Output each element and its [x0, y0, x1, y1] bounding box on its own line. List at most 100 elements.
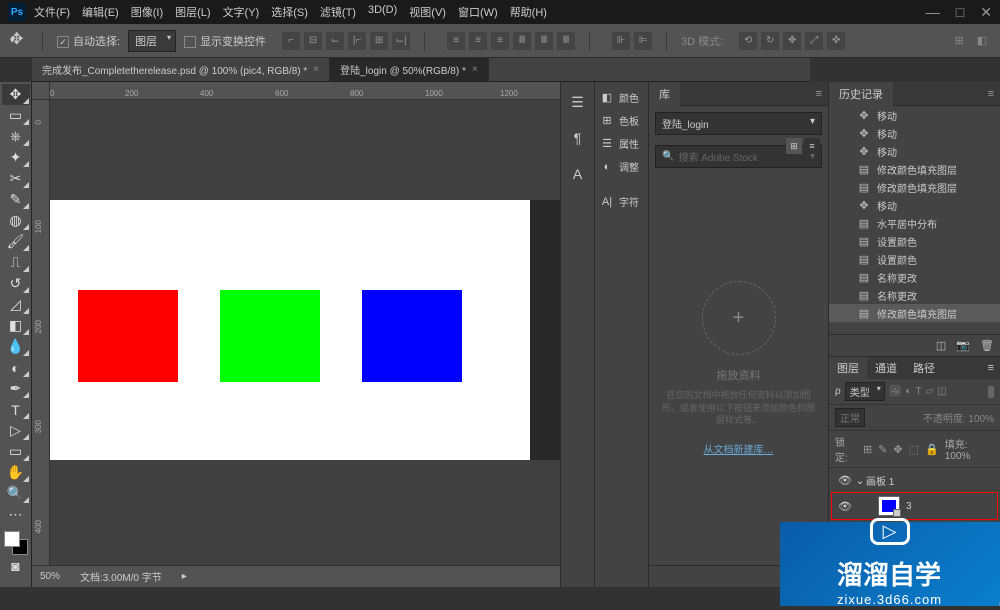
blend-mode[interactable]: 正常 — [835, 408, 865, 427]
expand-icon[interactable]: ⌄ — [854, 474, 866, 487]
blur-tool[interactable]: 💧 — [2, 336, 30, 357]
close-tab-icon[interactable]: × — [472, 64, 478, 75]
history-item[interactable]: ▤水平居中分布 — [829, 214, 1000, 232]
status-chevron-icon[interactable]: ▸ — [182, 571, 187, 582]
filter-smart-icon[interactable]: ◫ — [937, 386, 946, 397]
new-from-doc-link[interactable]: 从文档新建库… — [704, 441, 774, 456]
move-tool[interactable]: ✥ — [2, 84, 30, 105]
align-hcenter-icon[interactable]: ⊞ — [370, 32, 388, 50]
blue-square[interactable] — [362, 290, 462, 382]
hand-tool[interactable]: ✋ — [2, 462, 30, 483]
layers-tab-通道[interactable]: 通道 — [867, 357, 905, 379]
menu-view[interactable]: 视图(V) — [409, 4, 446, 20]
menu-select[interactable]: 选择(S) — [271, 4, 308, 20]
history-item[interactable]: ▤设置颜色 — [829, 250, 1000, 268]
dist-v-icon[interactable]: ⊫ — [634, 32, 652, 50]
lock-all-icon[interactable]: 🔒 — [925, 443, 939, 456]
wand-tool[interactable]: ✦ — [2, 147, 30, 168]
history-item[interactable]: ▤名称更改 — [829, 286, 1000, 304]
brush-tool[interactable]: 🖌 — [2, 231, 30, 252]
artboard-viewport[interactable] — [50, 100, 560, 565]
artboard-layer[interactable]: 👁 ⌄ 画板 1 — [831, 470, 998, 490]
visibility-icon[interactable]: 👁 — [836, 500, 854, 513]
history-item[interactable]: ▤修改颜色填充图层 — [829, 178, 1000, 196]
green-square[interactable] — [220, 290, 320, 382]
td-1-icon[interactable]: ⟲ — [739, 32, 757, 50]
menu-help[interactable]: 帮助(H) — [510, 4, 547, 20]
auto-select-checkbox[interactable]: 自动选择: — [57, 33, 120, 49]
menu-type[interactable]: 文字(Y) — [223, 4, 260, 20]
close-tab-icon[interactable]: × — [313, 64, 319, 75]
filter-adj-icon[interactable]: ◐ — [905, 386, 911, 397]
quickmask-tool[interactable]: ◙ — [2, 555, 30, 576]
dist-h-icon[interactable]: ⊪ — [612, 32, 630, 50]
list-view-icon[interactable]: ≡ — [804, 138, 820, 154]
align-top-icon[interactable]: ⌐ — [282, 32, 300, 50]
new-doc-icon[interactable]: ◫ — [936, 339, 946, 352]
heal-tool[interactable]: ◍ — [2, 210, 30, 231]
history-item[interactable]: ✥移动 — [829, 142, 1000, 160]
menu-image[interactable]: 图像(I) — [131, 4, 163, 20]
stamp-tool[interactable]: ⎍ — [2, 252, 30, 273]
char-panel-icon[interactable]: ¶ — [566, 126, 590, 150]
zoom-tool[interactable]: 🔍 — [2, 483, 30, 504]
zoom-level[interactable]: 50% — [40, 571, 60, 582]
red-square[interactable] — [78, 290, 178, 382]
panel-调整[interactable]: ◐调整 — [595, 155, 648, 178]
visibility-icon[interactable]: 👁 — [836, 474, 854, 487]
td-2-icon[interactable]: ↻ — [761, 32, 779, 50]
panel-menu-icon[interactable]: ≡ — [982, 88, 1000, 100]
layer-filter[interactable]: 类型 — [845, 382, 885, 401]
history-list[interactable]: ✥移动✥移动✥移动▤修改颜色填充图层▤修改颜色填充图层✥移动▤水平居中分布▤设置… — [829, 106, 1000, 334]
layers-tab-图层[interactable]: 图层 — [829, 357, 867, 379]
filter-img-icon[interactable]: 🖼 — [889, 386, 902, 397]
layer-row[interactable]: 👁3 — [831, 492, 998, 520]
library-dropzone[interactable]: + 拖放资料 在您的文档中拖放任何资料以添加图形，或者使用以下按钮来添加颜色和图… — [649, 172, 828, 565]
panel-颜色[interactable]: ◧颜色 — [595, 86, 648, 109]
dist-5-icon[interactable]: Ⅲ — [535, 32, 553, 50]
shape-tool[interactable]: ▭ — [2, 441, 30, 462]
dist-4-icon[interactable]: Ⅲ — [513, 32, 531, 50]
history-item[interactable]: ▤修改颜色填充图层 — [829, 160, 1000, 178]
align-vcenter-icon[interactable]: ⊟ — [304, 32, 322, 50]
align-right-icon[interactable]: ⌙| — [392, 32, 410, 50]
history-item[interactable]: ✥移动 — [829, 124, 1000, 142]
filter-shape-icon[interactable]: ▱ — [926, 386, 934, 397]
eraser-tool[interactable]: ◿ — [2, 294, 30, 315]
artboard[interactable] — [50, 200, 530, 460]
color-swatches[interactable] — [4, 531, 28, 555]
move-tool-icon[interactable] — [8, 31, 28, 51]
doc-info[interactable]: 文档:3.00M/0 字节 — [80, 569, 162, 584]
minimize-button[interactable]: — — [926, 4, 940, 21]
eyedropper-tool[interactable]: ✎ — [2, 189, 30, 210]
opt-search-icon[interactable]: ⊞ — [949, 31, 969, 51]
library-select[interactable]: 登陆_login▾ — [655, 112, 822, 135]
type-tool[interactable]: T — [2, 399, 30, 420]
menu-edit[interactable]: 编辑(E) — [82, 4, 119, 20]
history-item[interactable]: ▤设置颜色 — [829, 232, 1000, 250]
history-item[interactable]: ✥移动 — [829, 106, 1000, 124]
td-5-icon[interactable]: ✜ — [827, 32, 845, 50]
layer-thumb[interactable] — [878, 496, 900, 516]
history-item[interactable]: ▤修改颜色填充图层 — [829, 304, 1000, 322]
lock-nest-icon[interactable]: ⬚ — [909, 443, 919, 456]
close-button[interactable]: ✕ — [980, 4, 992, 21]
menu-file[interactable]: 文件(F) — [34, 4, 70, 20]
lock-artboard-icon[interactable]: ✥ — [893, 443, 902, 456]
ruler-horizontal[interactable]: 020040060080010001200 — [50, 82, 560, 100]
library-tab[interactable]: 库 — [649, 82, 680, 106]
menu-layer[interactable]: 图层(L) — [175, 4, 210, 20]
align-left-icon[interactable]: |⌐ — [348, 32, 366, 50]
menu-window[interactable]: 窗口(W) — [458, 4, 498, 20]
history-item[interactable]: ✥移动 — [829, 196, 1000, 214]
panel-menu-icon[interactable]: ≡ — [810, 88, 828, 100]
crop-tool[interactable]: ✂ — [2, 168, 30, 189]
nav-panel-icon[interactable]: ☰ — [566, 90, 590, 114]
para-panel-icon[interactable]: A — [566, 162, 590, 186]
grid-view-icon[interactable]: ⊞ — [786, 138, 802, 154]
history-item[interactable]: ▤名称更改 — [829, 268, 1000, 286]
filter-toggle[interactable] — [988, 386, 994, 398]
document-tab[interactable]: 完成发布_Completetherelease.psd @ 100% (pic4… — [32, 58, 330, 81]
document-tab[interactable]: 登陆_login @ 50%(RGB/8) *× — [330, 58, 489, 81]
panel-menu-icon[interactable]: ≡ — [982, 362, 1000, 374]
